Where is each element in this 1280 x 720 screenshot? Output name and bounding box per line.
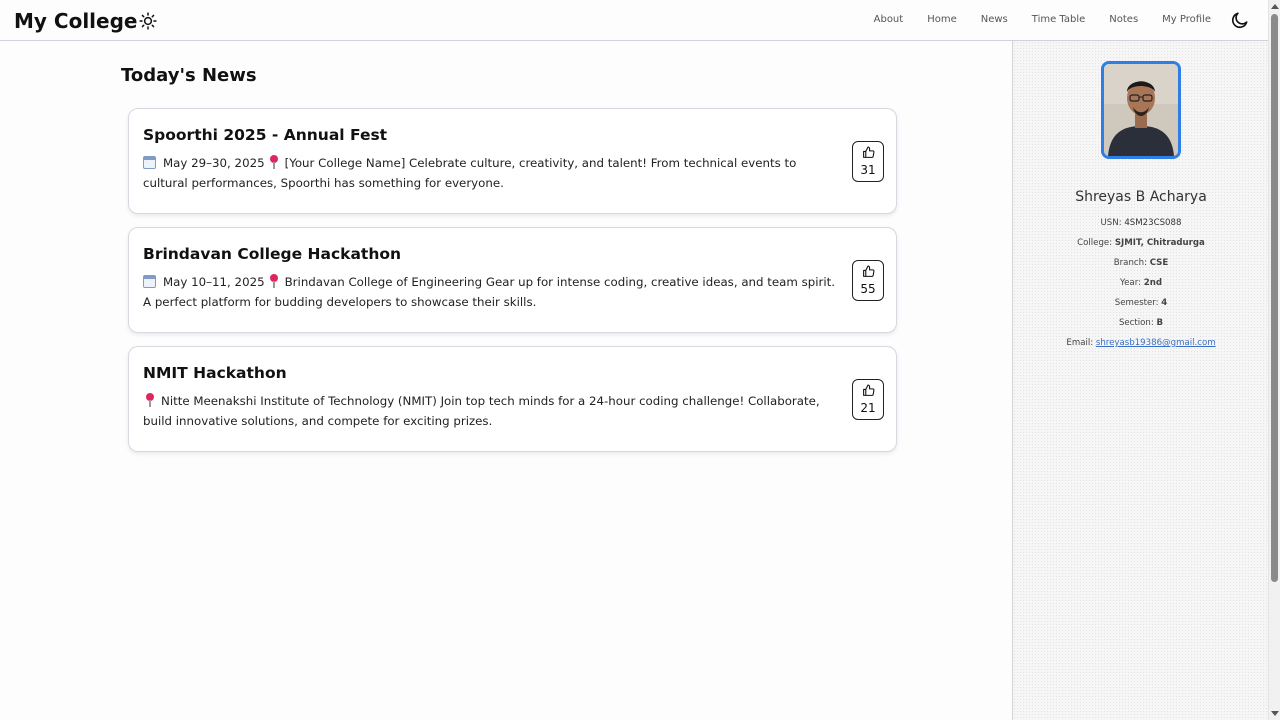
news-title: Brindavan College Hackathon <box>143 245 402 263</box>
like-count: 21 <box>860 401 876 415</box>
calendar-icon <box>143 275 156 288</box>
page-title: Today's News <box>121 65 257 86</box>
nav-notes[interactable]: Notes <box>1109 14 1138 25</box>
nav-time-table[interactable]: Time Table <box>1032 14 1086 25</box>
main-nav: About Home News Time Table Notes My Prof… <box>850 14 1211 25</box>
news-description: May 10–11, 2025 Brindavan College of Engi… <box>143 272 843 312</box>
like-count: 55 <box>860 282 876 296</box>
like-count: 31 <box>860 163 876 177</box>
page-scrollbar[interactable] <box>1268 0 1280 720</box>
nav-my-profile[interactable]: My Profile <box>1162 14 1211 25</box>
profile-sidebar: Shreyas B Acharya USN: 4SM23CS088 Colleg… <box>1012 41 1268 720</box>
pin-icon <box>145 393 155 407</box>
profile-college: College: SJMIT, Chitradurga <box>1077 238 1205 248</box>
thumbs-up-icon <box>863 265 875 277</box>
news-card: NMIT Hackathon Nitte Meenakshi Institute… <box>128 346 897 452</box>
scroll-up-arrow-icon[interactable] <box>1271 4 1279 9</box>
news-title: NMIT Hackathon <box>143 364 287 382</box>
profile-photo <box>1104 64 1178 156</box>
scroll-down-arrow-icon[interactable] <box>1271 711 1279 716</box>
thumbs-up-icon <box>863 384 875 396</box>
moon-icon[interactable] <box>1230 10 1250 30</box>
email-link[interactable]: shreyasb19386@gmail.com <box>1096 338 1216 348</box>
news-description: May 29–30, 2025 [Your College Name] Celeb… <box>143 153 843 193</box>
like-button[interactable]: 31 <box>852 141 884 182</box>
profile-year: Year: 2nd <box>1120 278 1162 288</box>
profile-name: Shreyas B Acharya <box>1075 189 1207 205</box>
brand[interactable]: My College <box>14 9 158 33</box>
pin-icon <box>269 274 279 288</box>
nav-news[interactable]: News <box>981 14 1008 25</box>
news-date: May 29–30, 2025 <box>163 156 265 170</box>
calendar-icon <box>143 156 156 169</box>
nav-about[interactable]: About <box>874 14 904 25</box>
main-content: Today's News Spoorthi 2025 - Annual Fest… <box>0 41 1012 720</box>
profile-semester: Semester: 4 <box>1114 298 1168 308</box>
pin-icon <box>269 155 279 169</box>
brand-title: My College <box>14 9 138 33</box>
news-text: Nitte Meenakshi Institute of Technology … <box>143 394 820 428</box>
scrollbar-thumb[interactable] <box>1271 14 1278 582</box>
news-description: Nitte Meenakshi Institute of Technology … <box>143 391 843 431</box>
like-button[interactable]: 55 <box>852 260 884 301</box>
profile-email: Email: shreyasb19386@gmail.com <box>1066 338 1216 348</box>
like-button[interactable]: 21 <box>852 379 884 420</box>
news-card: Spoorthi 2025 - Annual Fest May 29–30, 2… <box>128 108 897 214</box>
nav-home[interactable]: Home <box>927 14 957 25</box>
news-card: Brindavan College Hackathon May 10–11, 2… <box>128 227 897 333</box>
news-title: Spoorthi 2025 - Annual Fest <box>143 126 388 144</box>
sun-icon <box>139 12 158 30</box>
profile-section: Section: B <box>1118 318 1164 328</box>
news-date: May 10–11, 2025 <box>163 275 265 289</box>
avatar <box>1101 61 1181 159</box>
profile-usn: USN: 4SM23CS088 <box>1100 218 1182 228</box>
thumbs-up-icon <box>863 146 875 158</box>
profile-branch: Branch: CSE <box>1113 258 1169 268</box>
top-navbar: My College About Home News Time Table No… <box>0 0 1268 41</box>
